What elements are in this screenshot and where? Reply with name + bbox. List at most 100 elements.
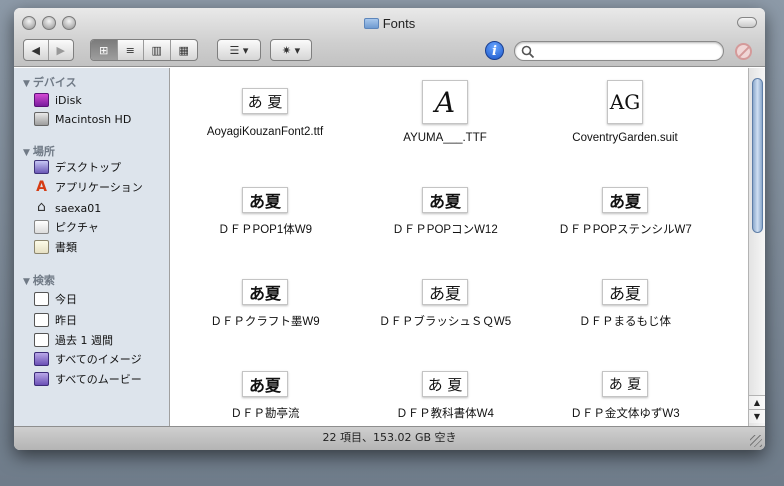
font-preview: あ夏 [248, 376, 281, 395]
scroll-down-arrow-icon[interactable]: ▼ [749, 409, 765, 423]
file-item[interactable]: あ夏 ＤＦＰPOP1体W9 [175, 187, 355, 237]
file-item[interactable]: あ夏 ＤＦＰブラッシュＳＱW5 [355, 279, 535, 329]
status-text: 22 項目、153.02 GB 空き [322, 431, 457, 444]
font-file-icon: あ 夏 [422, 371, 468, 397]
smart-folder-icon [34, 372, 49, 386]
font-preview: あ 夏 [608, 377, 642, 393]
file-item[interactable]: あ 夏 AoyagiKouzanFont2.ttf [175, 88, 355, 138]
applications-icon: A [36, 179, 47, 195]
font-file-icon: あ 夏 [602, 371, 648, 397]
column-view-icon: ▥ [151, 43, 162, 57]
arrange-glyph: ☰ ▾ [229, 43, 249, 57]
file-name: CoventryGarden.suit [572, 132, 678, 144]
font-preview: あ 夏 [247, 92, 283, 111]
arrange-menu-button[interactable]: ☰ ▾ [217, 39, 261, 61]
toolbar-toggle-button[interactable] [737, 17, 757, 28]
file-name: ＤＦＰPOP1体W9 [218, 224, 312, 236]
gear-glyph: ✷ ▾ [281, 43, 301, 57]
sidebar-item-label: アプリケーション [55, 181, 143, 194]
sidebar-item-past-week[interactable]: 過去 1 週間 [34, 331, 113, 349]
sidebar-item-applications[interactable]: A アプリケーション [34, 178, 143, 196]
home-icon: ⌂ [37, 199, 46, 215]
pictures-icon [34, 220, 49, 234]
view-mode-control: ⊞ ≡ ▥ ▦ [90, 39, 198, 61]
column-view-button[interactable]: ▥ [144, 40, 171, 60]
file-item[interactable]: あ夏 ＤＦＰPOPコンW12 [355, 187, 535, 237]
forward-button[interactable]: ▶ [49, 40, 73, 60]
search-icon [521, 45, 535, 59]
font-file-icon: あ夏 [242, 187, 288, 213]
gear-icon: ✷ ▾ [271, 40, 311, 60]
file-item[interactable]: あ 夏 ＤＦＰ教科書体W4 [355, 371, 535, 421]
title-bar: Fonts ◀ ▶ ⊞ ≡ ▥ ▦ ☰ ▾ ✷ ▾ i [14, 8, 765, 67]
font-file-icon: あ夏 [422, 279, 468, 305]
font-preview: A [434, 85, 456, 119]
back-button[interactable]: ◀ [24, 40, 49, 60]
search-input[interactable] [537, 44, 717, 58]
search-field[interactable] [514, 41, 724, 61]
font-preview: あ夏 [428, 192, 461, 211]
file-name: ＤＦＰPOPコンW12 [392, 224, 498, 236]
file-item[interactable]: あ夏 ＤＦＰ勘亭流 [175, 371, 355, 421]
sidebar-section-places[interactable]: ▼ 場所 [23, 143, 55, 159]
font-preview: あ夏 [608, 192, 641, 211]
sidebar-item-pictures[interactable]: ピクチャ [34, 218, 99, 236]
sidebar-section-search[interactable]: ▼ 検索 [23, 272, 55, 288]
file-item[interactable]: あ夏 ＤＦＰPOPステンシルW7 [535, 187, 715, 237]
sidebar-item-documents[interactable]: 書類 [34, 238, 77, 256]
action-menu-button[interactable]: ✷ ▾ [270, 39, 312, 61]
clock-icon [34, 292, 49, 306]
sidebar-item-yesterday[interactable]: 昨日 [34, 311, 77, 329]
file-item[interactable]: あ夏 ＤＦＰまるもじ体 [535, 279, 715, 329]
hard-drive-icon [34, 112, 49, 126]
sidebar-item-macintosh-hd[interactable]: Macintosh HD [34, 110, 131, 128]
font-file-icon: あ夏 [242, 279, 288, 305]
font-file-icon: あ夏 [602, 279, 648, 305]
clear-search-icon[interactable] [735, 43, 752, 60]
file-item[interactable]: AG CoventryGarden.suit [535, 80, 715, 144]
sidebar: ▼ デバイス iDisk Macintosh HD ▼ 場所 デスクトップ A アプリ… [14, 68, 170, 426]
section-label: 場所 [32, 145, 55, 158]
font-preview: あ夏 [428, 284, 461, 303]
clock-icon [34, 333, 49, 347]
list-view-icon: ≡ [125, 43, 135, 57]
back-forward-control: ◀ ▶ [23, 39, 74, 61]
list-view-button[interactable]: ≡ [118, 40, 144, 60]
disclosure-triangle-icon: ▼ [23, 79, 30, 89]
sidebar-item-label: デスクトップ [55, 161, 121, 174]
clock-icon [34, 313, 49, 327]
coverflow-view-button[interactable]: ▦ [171, 40, 197, 60]
back-arrow-icon: ◀ [31, 43, 40, 57]
sidebar-item-all-images[interactable]: すべてのイメージ [34, 350, 142, 368]
file-item[interactable]: あ夏 ＤＦＰクラフト墨W9 [175, 279, 355, 329]
sidebar-item-desktop[interactable]: デスクトップ [34, 158, 121, 176]
status-bar: 22 項目、153.02 GB 空き [14, 426, 765, 450]
scroll-thumb[interactable] [752, 78, 763, 233]
resize-grip-icon[interactable] [750, 435, 762, 447]
window-title: Fonts [14, 16, 765, 31]
file-name: AYUMA___.TTF [403, 132, 487, 144]
vertical-scrollbar[interactable]: ▲ ▼ [748, 68, 765, 426]
font-preview: AG [609, 90, 641, 114]
sidebar-item-today[interactable]: 今日 [34, 290, 77, 308]
file-name: ＤＦＰまるもじ体 [579, 316, 671, 328]
font-file-icon: あ夏 [422, 187, 468, 213]
file-name: ＤＦＰクラフト墨W9 [210, 316, 320, 328]
sidebar-section-devices[interactable]: ▼ デバイス [23, 74, 77, 90]
file-item[interactable]: あ 夏 ＤＦＰ金文体ゆずW3 [535, 371, 715, 421]
scroll-up-arrow-icon[interactable]: ▲ [749, 395, 765, 409]
documents-icon [34, 240, 49, 254]
icon-view-button[interactable]: ⊞ [91, 40, 118, 60]
sidebar-item-home[interactable]: ⌂ saexa01 [34, 199, 101, 217]
sidebar-item-label: iDisk [55, 93, 82, 107]
info-icon: i [492, 44, 497, 59]
sidebar-item-idisk[interactable]: iDisk [34, 91, 82, 109]
finder-window: Fonts ◀ ▶ ⊞ ≡ ▥ ▦ ☰ ▾ ✷ ▾ i ▼ デバイス iDisk… [14, 8, 765, 450]
forward-arrow-icon: ▶ [56, 43, 65, 57]
sidebar-item-all-movies[interactable]: すべてのムービー [34, 370, 142, 388]
file-item[interactable]: A AYUMA___.TTF [355, 80, 535, 144]
folder-icon [363, 18, 379, 29]
info-button[interactable]: i [485, 41, 504, 60]
font-preview: あ 夏 [427, 375, 463, 394]
sidebar-item-label: ピクチャ [55, 221, 99, 234]
